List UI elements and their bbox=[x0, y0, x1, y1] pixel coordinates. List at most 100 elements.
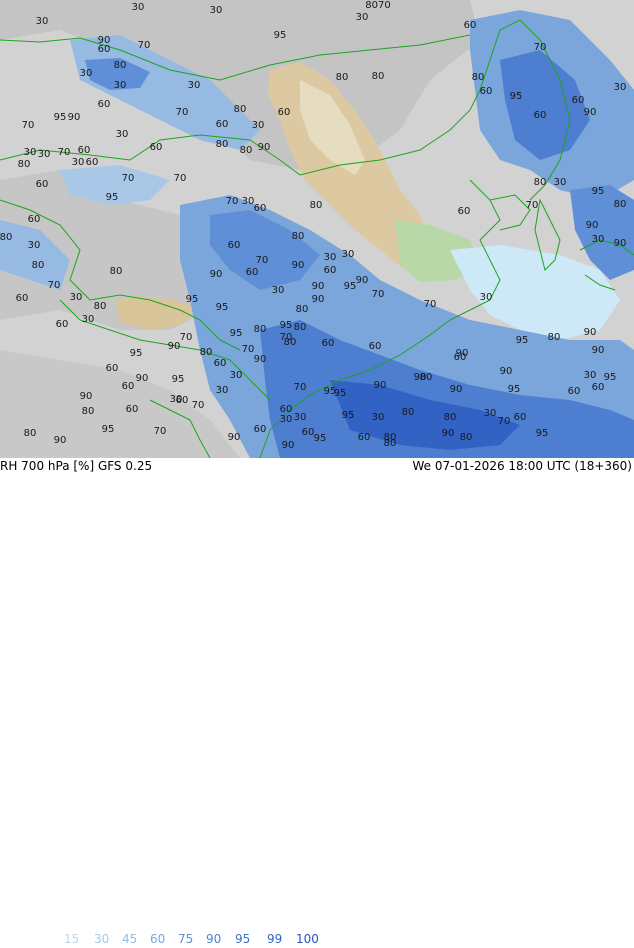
contour-label: 60 bbox=[254, 203, 267, 214]
contour-label: 60 bbox=[592, 382, 605, 393]
contour-label: 60 bbox=[246, 267, 259, 278]
contour-label: 90 bbox=[258, 142, 271, 153]
contour-label: 60 bbox=[122, 381, 135, 392]
contour-label: 95 bbox=[102, 424, 115, 435]
legend-value-100: 100 bbox=[296, 932, 319, 946]
contour-label: 95 bbox=[342, 410, 355, 421]
contour-label: 30 bbox=[356, 12, 369, 23]
product-label: RH 700 hPa [%] GFS 0.25 bbox=[0, 459, 153, 473]
contour-label: 60 bbox=[150, 142, 163, 153]
contour-label: 30 bbox=[342, 249, 355, 260]
contour-label: 60 bbox=[98, 44, 111, 55]
contour-label: 30 bbox=[484, 408, 497, 419]
contour-label: 60 bbox=[464, 20, 477, 31]
contour-label: 30 bbox=[480, 292, 493, 303]
contour-label: 70 bbox=[22, 120, 35, 131]
legend-value-90: 90 bbox=[206, 932, 222, 946]
contour-label: 70 bbox=[256, 255, 269, 266]
contour-label: 30 bbox=[82, 314, 95, 325]
contour-label: 70 bbox=[280, 332, 293, 343]
valid-time-label: We 07-01-2026 18:00 UTC (18+360) bbox=[412, 459, 632, 473]
legend-value-60: 60 bbox=[150, 932, 166, 946]
contour-label: 30 bbox=[272, 285, 285, 296]
contour-label: 70 bbox=[498, 416, 511, 427]
rh-700hpa-map: 3030 303080706090 7060809580303080953060 80… bbox=[0, 0, 634, 458]
contour-label: 90 bbox=[592, 345, 605, 356]
contour-label: 30 bbox=[80, 68, 93, 79]
contour-label: 60 bbox=[98, 99, 111, 110]
legend-value-75: 75 bbox=[178, 932, 194, 946]
contour-label: 30 bbox=[324, 252, 337, 263]
contour-label: 95 bbox=[280, 320, 293, 331]
contour-label: 70 bbox=[154, 426, 167, 437]
contour-label: 80 bbox=[296, 304, 309, 315]
contour-label: 80 bbox=[534, 177, 547, 188]
contour-label: 80 bbox=[18, 159, 31, 170]
contour-label: 95 bbox=[344, 281, 357, 292]
contour-label: 60 bbox=[458, 206, 471, 217]
contour-label: 70 bbox=[372, 289, 385, 300]
contour-label: 80 bbox=[0, 232, 12, 243]
contour-label: 95 bbox=[536, 428, 549, 439]
contour-label: 95 bbox=[508, 384, 521, 395]
contour-label: 60 bbox=[228, 240, 241, 251]
contour-label: 60 bbox=[126, 404, 139, 415]
contour-label: 80 bbox=[24, 428, 37, 439]
legend-value-95: 95 bbox=[235, 932, 251, 946]
contour-label: 90 bbox=[228, 432, 241, 443]
contour-label: 80 bbox=[294, 322, 307, 333]
contour-label: 80 bbox=[372, 71, 385, 82]
contour-label: 30 bbox=[614, 82, 627, 93]
contour-label: 90 bbox=[456, 348, 469, 359]
contour-label: 80 bbox=[460, 432, 473, 443]
contour-label: 30 bbox=[210, 5, 223, 16]
contour-label: 95 bbox=[216, 302, 229, 313]
contour-label: 90 bbox=[614, 238, 627, 249]
contour-label: 90 bbox=[584, 327, 597, 338]
contour-label: 30 bbox=[116, 129, 129, 140]
contour-label: 80 bbox=[384, 438, 397, 449]
contour-label: 90 bbox=[450, 384, 463, 395]
contour-label: 60 bbox=[358, 432, 371, 443]
contour-label: 95 bbox=[230, 328, 243, 339]
legend-value-99: 99 bbox=[267, 932, 283, 946]
contour-label: 90 bbox=[168, 341, 181, 352]
contour-label: 70 bbox=[424, 299, 437, 310]
contour-label: 95 bbox=[186, 294, 199, 305]
contour-label: 95 bbox=[54, 112, 67, 123]
contour-label: 70 bbox=[226, 196, 239, 207]
contour-label: 80 bbox=[32, 260, 45, 271]
contour-label: 70 bbox=[192, 400, 205, 411]
contour-label: 70 bbox=[58, 147, 71, 158]
contour-label: 30 bbox=[170, 394, 183, 405]
contour-label: 90 bbox=[356, 275, 369, 286]
legend-value-45: 45 bbox=[122, 932, 138, 946]
contour-label: 80 bbox=[472, 72, 485, 83]
contour-label: 95 bbox=[274, 30, 287, 41]
contour-label: 30 bbox=[132, 2, 145, 13]
contour-label: 60 bbox=[56, 319, 69, 330]
contour-label: 90 bbox=[254, 354, 267, 365]
contour-label: 95 bbox=[172, 374, 185, 385]
contour-label: 90 bbox=[584, 107, 597, 118]
contour-label: 90 bbox=[80, 391, 93, 402]
contour-label: 90 bbox=[54, 435, 67, 446]
contour-label: 30 bbox=[592, 234, 605, 245]
contour-label: 60 bbox=[16, 293, 29, 304]
contour-label: 30 bbox=[36, 16, 49, 27]
contour-label: 70 bbox=[242, 344, 255, 355]
contour-label: 80 bbox=[254, 324, 267, 335]
contour-label: 90 bbox=[586, 220, 599, 231]
contour-label: 60 bbox=[214, 358, 227, 369]
contour-label: 30 bbox=[70, 292, 83, 303]
contour-label: 60 bbox=[106, 363, 119, 374]
contour-label: 80 bbox=[548, 332, 561, 343]
contour-label: 80 bbox=[420, 372, 433, 383]
contour-label: 30 bbox=[294, 412, 307, 423]
contour-label: 80 bbox=[82, 406, 95, 417]
contour-label: 60 bbox=[78, 145, 91, 156]
contour-label: 70 bbox=[534, 42, 547, 53]
contour-label: 80 bbox=[216, 139, 229, 150]
contour-label: 30 bbox=[28, 240, 41, 251]
contour-label: 90 bbox=[500, 366, 513, 377]
